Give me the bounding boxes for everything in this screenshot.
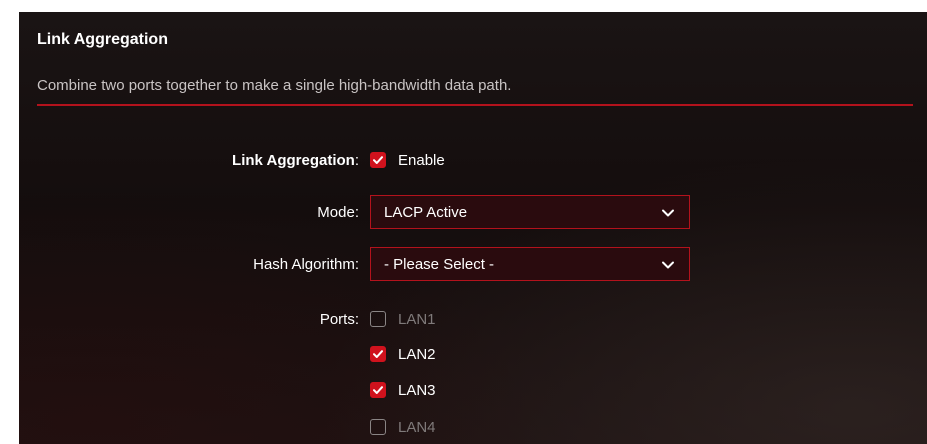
link-aggregation-enable-checkbox[interactable] bbox=[370, 152, 386, 168]
check-icon bbox=[373, 156, 383, 164]
ports-row-lan2: LAN2 bbox=[19, 337, 927, 371]
port-label-lan1: LAN1 bbox=[398, 310, 436, 328]
hash-algorithm-row: Hash Algorithm: - Please Select - bbox=[19, 247, 927, 281]
link-aggregation-label: Link Aggregation: bbox=[232, 143, 359, 177]
hash-algorithm-label: Hash Algorithm: bbox=[253, 255, 359, 273]
port-option-lan2[interactable]: LAN2 bbox=[370, 337, 436, 371]
check-icon bbox=[373, 386, 383, 394]
port-option-lan3[interactable]: LAN3 bbox=[370, 373, 436, 407]
section-divider bbox=[37, 104, 913, 106]
hash-algorithm-select[interactable]: - Please Select - bbox=[370, 247, 690, 281]
mode-select-value: LACP Active bbox=[384, 203, 468, 221]
port-label-lan3: LAN3 bbox=[398, 381, 436, 399]
mode-row: Mode: LACP Active bbox=[19, 195, 927, 229]
port-checkbox-lan2[interactable] bbox=[370, 346, 386, 362]
port-checkbox-lan4[interactable] bbox=[370, 419, 386, 435]
link-aggregation-enable-label: Enable bbox=[398, 151, 445, 169]
link-aggregation-label-colon: : bbox=[354, 151, 359, 169]
port-option-lan4[interactable]: LAN4 bbox=[370, 410, 436, 444]
chevron-down-icon bbox=[662, 209, 674, 217]
ports-row-lan3: LAN3 bbox=[19, 373, 927, 407]
check-icon bbox=[373, 350, 383, 358]
port-checkbox-lan3[interactable] bbox=[370, 382, 386, 398]
ports-label: Ports: bbox=[319, 310, 359, 328]
chevron-down-icon bbox=[662, 261, 674, 269]
section-description: Combine two ports together to make a sin… bbox=[37, 77, 512, 94]
link-aggregation-label-text: Link Aggregation bbox=[232, 151, 355, 169]
section-title: Link Aggregation bbox=[37, 31, 168, 48]
port-checkbox-lan1[interactable] bbox=[370, 311, 386, 327]
port-label-lan4: LAN4 bbox=[398, 418, 436, 436]
port-label-lan2: LAN2 bbox=[398, 345, 436, 363]
ports-row-lan4: LAN4 bbox=[19, 410, 927, 444]
link-aggregation-enable-toggle[interactable]: Enable bbox=[370, 143, 445, 177]
hash-algorithm-select-value: - Please Select - bbox=[384, 255, 495, 273]
mode-select[interactable]: LACP Active bbox=[370, 195, 690, 229]
ports-row: Ports: LAN1 bbox=[19, 302, 927, 336]
mode-label: Mode: bbox=[317, 203, 359, 221]
port-option-lan1[interactable]: LAN1 bbox=[370, 302, 436, 336]
link-aggregation-panel: Link Aggregation Combine two ports toget… bbox=[19, 12, 927, 444]
link-aggregation-row: Link Aggregation: Enable bbox=[19, 143, 927, 177]
